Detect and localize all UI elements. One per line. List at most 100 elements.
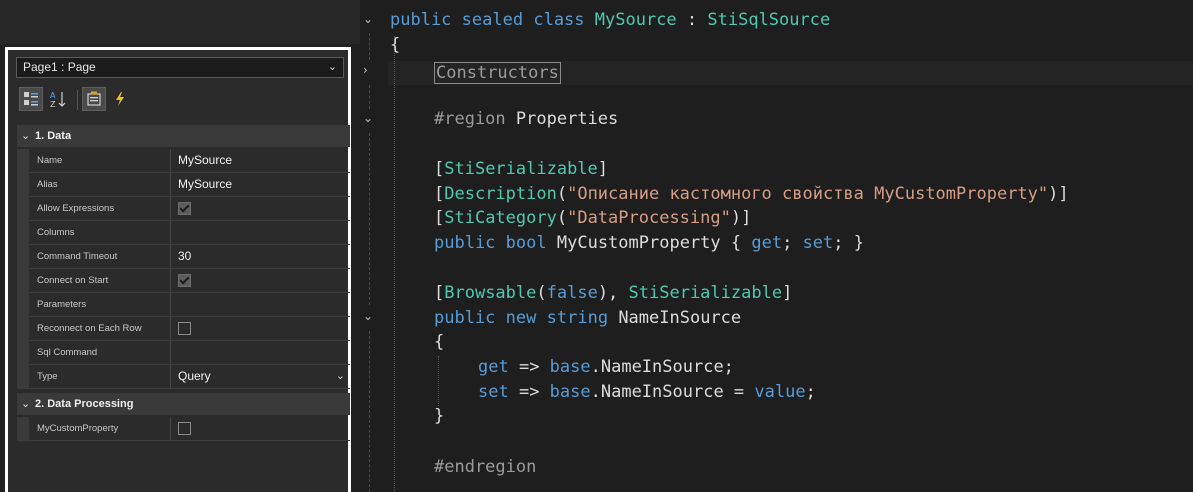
property-name: Command Timeout xyxy=(29,245,171,268)
property-value-input[interactable]: MySource xyxy=(172,173,350,196)
code-line-attribute: [StiSerializable] xyxy=(434,157,608,181)
fold-collapse-icon[interactable]: ⌄ xyxy=(363,12,373,26)
attribute-name: StiSerializable xyxy=(628,283,783,303)
preprocessor-directive: #endregion xyxy=(434,457,537,477)
region-name: Properties xyxy=(515,109,619,129)
checkbox-unchecked[interactable] xyxy=(178,322,191,335)
property-name: Reconnect on Each Row xyxy=(29,317,171,340)
row-indent xyxy=(17,173,29,197)
type-dropdown[interactable]: Query ⌄ xyxy=(172,365,350,388)
checkbox-checked[interactable] xyxy=(178,202,191,215)
keyword: string xyxy=(546,308,609,328)
fold-line xyxy=(369,331,370,492)
keyword: public xyxy=(390,10,452,30)
property-value-input[interactable]: 30 xyxy=(172,245,350,268)
collapsed-region-constructors[interactable]: Constructors xyxy=(434,62,561,84)
row-indent xyxy=(17,269,29,293)
categorized-view-button[interactable] xyxy=(19,87,43,111)
property-name: Columns xyxy=(29,221,171,244)
indent-guide xyxy=(438,356,439,406)
category-data-processing[interactable]: ⌄ 2. Data Processing xyxy=(17,393,350,415)
category-label: 2. Data Processing xyxy=(35,398,134,410)
property-value-input[interactable] xyxy=(172,293,350,316)
chevron-down-icon[interactable]: ⌄ xyxy=(21,393,30,415)
property-row-sql-command[interactable]: Sql Command xyxy=(17,341,350,365)
fold-collapse-icon[interactable]: ⌄ xyxy=(363,309,373,323)
svg-text:Z: Z xyxy=(50,100,56,108)
keyword: class xyxy=(533,10,585,30)
category-label: 1. Data xyxy=(35,130,72,142)
property-value xyxy=(172,269,350,292)
fold-line xyxy=(369,85,370,109)
base-class-name: StiSqlSource xyxy=(707,10,831,30)
properties-toolbar: A Z xyxy=(16,86,344,116)
keyword: set xyxy=(478,382,509,402)
code-editor[interactable]: ⌄ › ⌄ ⌄ public sealed class MySource : S… xyxy=(360,0,1193,492)
row-indent xyxy=(17,341,29,365)
operator: => xyxy=(508,357,550,377)
alphabetical-sort-button[interactable]: A Z xyxy=(46,87,70,111)
attribute-name: StiSerializable xyxy=(444,159,598,179)
property-row-columns[interactable]: Columns xyxy=(17,221,350,245)
property-row-command-timeout[interactable]: Command Timeout 30 xyxy=(17,245,350,269)
fold-expand-icon[interactable]: › xyxy=(363,63,368,77)
property-name: MyCustomProperty xyxy=(29,417,171,440)
events-button[interactable] xyxy=(108,87,132,111)
bracket: [ xyxy=(434,283,445,303)
property-name: Connect on Start xyxy=(29,269,171,292)
properties-panel: Page1 : Page ⌄ A Z ⌄ 1. Data Name MySour… xyxy=(5,47,351,492)
keyword: set xyxy=(802,233,834,253)
code-line-attribute: [Browsable(false), StiSerializable] xyxy=(434,281,792,305)
property-row-connect-on-start[interactable]: Connect on Start xyxy=(17,269,350,293)
brace: { xyxy=(390,35,401,55)
row-indent xyxy=(17,293,29,317)
string-literal: "Описание кастомного свойства MyCustomPr… xyxy=(567,184,1049,204)
property-row-alias[interactable]: Alias MySource xyxy=(17,173,350,197)
property-row-name[interactable]: Name MySource xyxy=(17,149,350,173)
property-row-allow-expressions[interactable]: Allow Expressions xyxy=(17,197,350,221)
property-identifier: NameInSource xyxy=(618,308,742,328)
property-row-parameters[interactable]: Parameters xyxy=(17,293,350,317)
property-row-type[interactable]: Type Query ⌄ xyxy=(17,365,350,389)
preprocessor-directive: #region xyxy=(434,109,506,129)
fold-line xyxy=(369,33,370,60)
property-row-reconnect-on-each-row[interactable]: Reconnect on Each Row xyxy=(17,317,350,341)
events-lightning-icon xyxy=(116,92,124,106)
page-selector-dropdown[interactable]: Page1 : Page ⌄ xyxy=(16,57,344,78)
code-line-property: public new string NameInSource xyxy=(434,306,741,330)
properties-icon xyxy=(87,91,101,106)
attribute-name: Description xyxy=(444,184,557,204)
property-value-input[interactable] xyxy=(172,221,350,244)
keyword: false xyxy=(546,283,598,303)
checkbox-checked[interactable] xyxy=(178,274,191,287)
member-access: .NameInSource; xyxy=(590,357,734,377)
checkbox-unchecked[interactable] xyxy=(178,422,191,435)
row-indent xyxy=(17,365,29,389)
indent-guide xyxy=(394,36,395,492)
property-name: Sql Command xyxy=(29,341,171,364)
punctuation: ; xyxy=(805,382,816,402)
brace: } xyxy=(434,406,445,426)
keyword: get xyxy=(478,357,509,377)
fold-collapse-icon[interactable]: ⌄ xyxy=(363,111,373,125)
property-value-input[interactable] xyxy=(172,341,350,364)
code-line-region: #region Properties xyxy=(434,107,618,131)
attribute-name: Browsable xyxy=(444,283,537,303)
svg-text:A: A xyxy=(50,91,56,100)
code-line-close-brace: } xyxy=(434,404,444,428)
chevron-down-icon[interactable]: ⌄ xyxy=(21,125,30,147)
bracket: ] xyxy=(782,283,793,303)
chevron-down-icon: ⌄ xyxy=(327,61,337,73)
properties-view-button[interactable] xyxy=(82,87,106,111)
property-value-input[interactable]: MySource xyxy=(172,149,350,172)
code-line-class-declaration: public sealed class MySource : StiSqlSou… xyxy=(390,8,830,32)
property-row-my-custom-property[interactable]: MyCustomProperty xyxy=(17,417,350,441)
code-line-collapsed-region[interactable]: Constructors xyxy=(434,61,561,85)
property-identifier: MyCustomProperty xyxy=(556,233,721,253)
brace: { xyxy=(720,233,752,253)
property-name: Allow Expressions xyxy=(29,197,171,220)
property-name: Parameters xyxy=(29,293,171,316)
bracket: [ xyxy=(434,184,445,204)
string-literal: "DataProcessing" xyxy=(567,208,731,228)
category-data[interactable]: ⌄ 1. Data xyxy=(17,125,350,147)
